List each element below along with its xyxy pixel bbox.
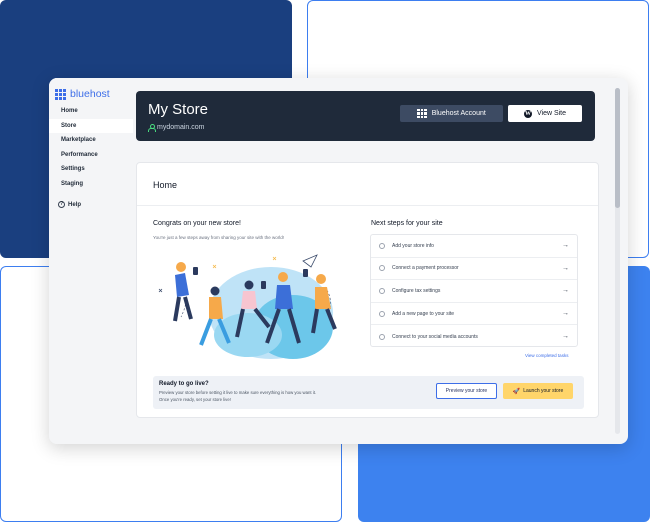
go-live-title: Ready to go live? (159, 381, 209, 387)
help-label: Help (68, 201, 82, 208)
task-radio[interactable] (379, 242, 385, 249)
arrow-right-icon: → (562, 242, 569, 250)
view-site-button[interactable]: W View Site (508, 105, 582, 122)
go-live-description: Preview your store before setting it liv… (159, 390, 379, 403)
sidebar-item-performance[interactable]: Performance (49, 148, 133, 163)
page-title: My Store (148, 101, 209, 118)
task-radio[interactable] (379, 333, 385, 340)
bluehost-grid-icon (417, 108, 427, 119)
task-radio[interactable] (379, 265, 385, 272)
next-steps-heading: Next steps for your site (371, 220, 443, 227)
task-connect-social[interactable]: Connect to your social media accounts → (371, 325, 577, 348)
next-steps-list: Add your store info → Connect a payment … (370, 234, 578, 347)
bluehost-grid-icon (55, 88, 66, 100)
divider (137, 205, 598, 206)
domain-text: mydomain.com (157, 124, 205, 131)
logo-text: bluehost (70, 88, 110, 100)
user-icon (148, 124, 156, 132)
bluehost-logo[interactable]: bluehost (55, 88, 110, 100)
sidebar-nav: Home Store Marketplace Performance Setti… (49, 104, 133, 191)
task-label: Configure tax settings (392, 287, 441, 294)
task-label: Connect to your social media accounts (392, 333, 478, 340)
home-card: Home Congrats on your new store! You're … (136, 162, 599, 418)
scrollbar[interactable] (615, 88, 620, 434)
task-label: Connect a payment processor (392, 265, 459, 272)
app-window: bluehost Home Store Marketplace Performa… (49, 78, 628, 444)
arrow-right-icon: → (562, 310, 569, 318)
congrats-subtext: You're just a few steps away from sharin… (153, 235, 285, 240)
rocket-icon: 🚀 (512, 388, 521, 395)
congrats-heading: Congrats on your new store! (153, 220, 241, 227)
task-label: Add a new page to your site (392, 310, 454, 317)
launch-store-button[interactable]: 🚀 Launch your store (503, 383, 573, 399)
task-add-page[interactable]: Add a new page to your site → (371, 303, 577, 326)
sidebar-item-home[interactable]: Home (49, 104, 133, 119)
bluehost-account-button[interactable]: Bluehost Account (400, 105, 503, 122)
store-header: My Store mydomain.com Bluehost Account W… (136, 91, 595, 141)
celebration-illustration (158, 254, 337, 359)
card-title: Home (153, 180, 178, 190)
wordpress-icon: W (523, 109, 532, 118)
task-add-store-info[interactable]: Add your store info → (371, 235, 577, 258)
launch-button-label: Launch your store (523, 388, 564, 394)
account-button-label: Bluehost Account (431, 110, 486, 117)
sidebar-item-store[interactable]: Store (49, 118, 133, 133)
view-site-label: View Site (536, 110, 567, 117)
arrow-right-icon: → (562, 287, 569, 295)
sidebar-item-help[interactable]: ? Help (58, 201, 81, 208)
task-configure-tax[interactable]: Configure tax settings → (371, 280, 577, 303)
arrow-right-icon: → (562, 264, 569, 272)
go-live-desc-line: Preview your store before setting it liv… (159, 390, 317, 395)
site-domain: mydomain.com (148, 124, 205, 132)
sidebar-item-marketplace[interactable]: Marketplace (49, 133, 133, 148)
task-connect-payment[interactable]: Connect a payment processor → (371, 258, 577, 281)
sidebar: bluehost Home Store Marketplace Performa… (49, 78, 133, 444)
view-completed-tasks-link[interactable]: View completed tasks (525, 353, 568, 358)
go-live-banner: Ready to go live? Preview your store bef… (153, 376, 584, 409)
task-radio[interactable] (379, 287, 385, 294)
go-live-desc-line: Once you're ready, set your store live! (159, 396, 231, 402)
arrow-right-icon: → (562, 333, 569, 341)
task-radio[interactable] (379, 310, 385, 317)
preview-store-button[interactable]: Preview your store (436, 383, 497, 399)
sidebar-item-settings[interactable]: Settings (49, 162, 133, 177)
task-label: Add your store info (392, 242, 434, 249)
sidebar-item-staging[interactable]: Staging (49, 177, 133, 192)
question-circle-icon: ? (58, 201, 65, 208)
scrollbar-thumb[interactable] (615, 88, 620, 208)
